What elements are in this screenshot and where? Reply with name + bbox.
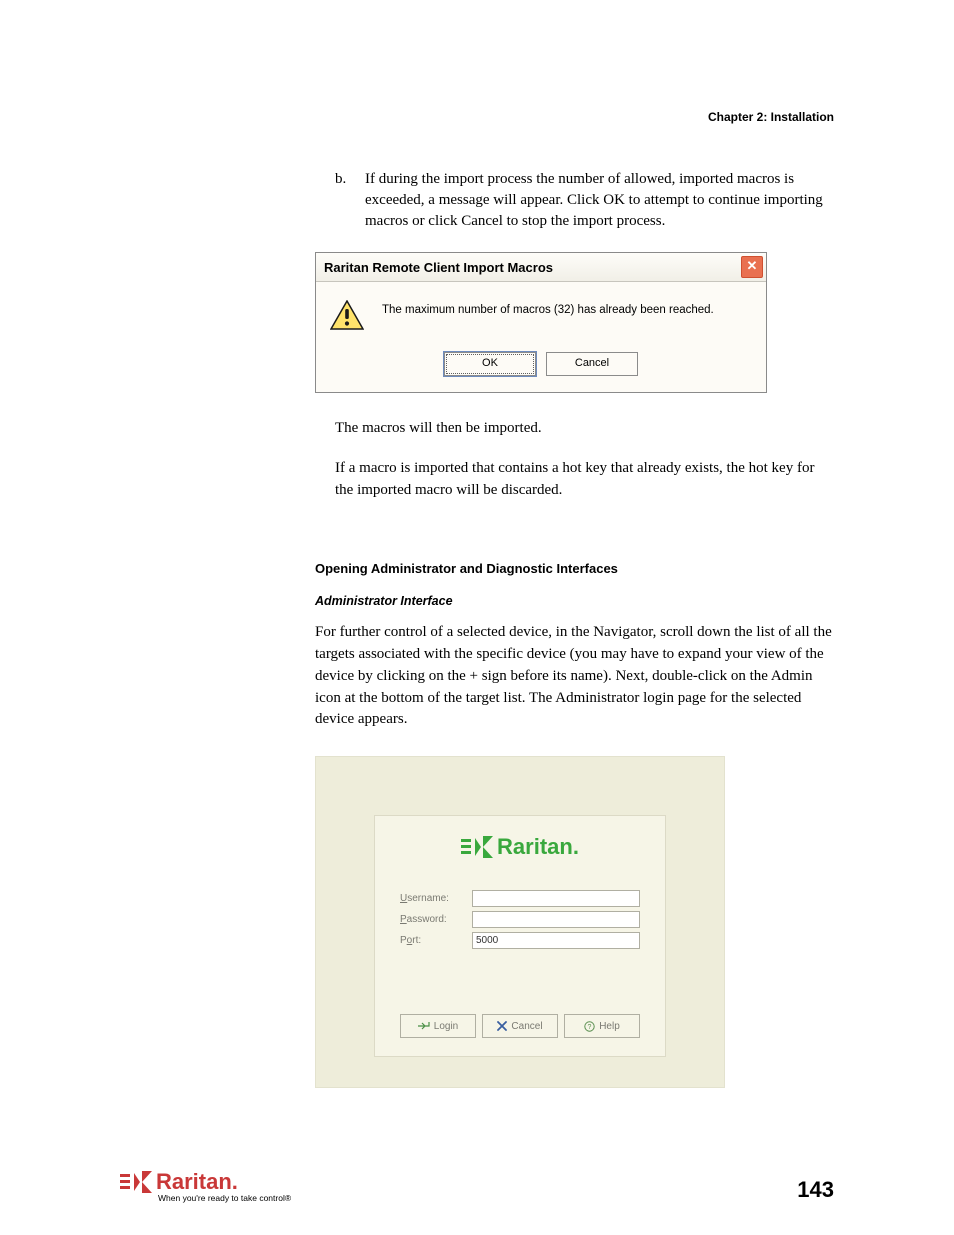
dialog-title-text: Raritan Remote Client Import Macros — [324, 260, 553, 275]
username-field[interactable] — [472, 890, 640, 907]
paragraph-hotkey-note: If a macro is imported that contains a h… — [335, 458, 834, 502]
login-help-label: Help — [599, 1021, 620, 1032]
svg-text:?: ? — [588, 1024, 592, 1031]
dialog-body: The maximum number of macros (32) has al… — [316, 282, 766, 392]
footer-logo-icon — [120, 1171, 154, 1193]
footer-tagline: When you're ready to take control® — [158, 1193, 291, 1203]
paragraph-import-result: The macros will then be imported. — [335, 418, 834, 440]
x-icon — [497, 1021, 507, 1031]
port-field[interactable]: 5000 — [472, 932, 640, 949]
footer-brand-text: Raritan. — [156, 1169, 238, 1195]
login-help-button[interactable]: ? Help — [564, 1014, 640, 1038]
footer-logo: Raritan. When you're ready to take contr… — [120, 1169, 291, 1203]
password-label: Password: — [400, 914, 472, 925]
admin-interface-paragraph: For further control of a selected device… — [315, 622, 834, 731]
username-label: Username: — [400, 893, 472, 904]
list-item-b: b. If during the import process the numb… — [365, 169, 834, 232]
warning-icon — [330, 300, 364, 330]
section-heading: Opening Administrator and Diagnostic Int… — [315, 561, 834, 576]
login-screenshot: Raritan. Username: Password: Port: 5000 — [315, 756, 725, 1088]
raritan-logo-text: Raritan. — [497, 834, 579, 860]
list-item-text: If during the import process the number … — [365, 171, 823, 229]
close-icon[interactable]: ✕ — [741, 256, 763, 278]
dialog-titlebar: Raritan Remote Client Import Macros ✕ — [316, 253, 766, 282]
page-footer: Raritan. When you're ready to take contr… — [120, 1169, 834, 1203]
login-panel: Raritan. Username: Password: Port: 5000 — [374, 815, 666, 1057]
login-cancel-button[interactable]: Cancel — [482, 1014, 558, 1038]
password-field[interactable] — [472, 911, 640, 928]
dialog-message: The maximum number of macros (32) has al… — [382, 300, 752, 316]
import-macros-dialog: Raritan Remote Client Import Macros ✕ Th… — [315, 252, 767, 393]
ok-button[interactable]: OK — [444, 352, 536, 376]
help-icon: ? — [584, 1021, 595, 1032]
login-cancel-label: Cancel — [511, 1021, 542, 1032]
chapter-header: Chapter 2: Installation — [120, 110, 834, 124]
login-enter-icon — [418, 1021, 430, 1031]
login-button-label: Login — [434, 1021, 458, 1032]
login-button[interactable]: Login — [400, 1014, 476, 1038]
list-marker: b. — [335, 169, 346, 190]
raritan-logo: Raritan. — [375, 834, 665, 860]
cancel-button[interactable]: Cancel — [546, 352, 638, 376]
page-number: 143 — [797, 1177, 834, 1203]
port-label: Port: — [400, 935, 472, 946]
subsection-heading: Administrator Interface — [315, 594, 834, 608]
